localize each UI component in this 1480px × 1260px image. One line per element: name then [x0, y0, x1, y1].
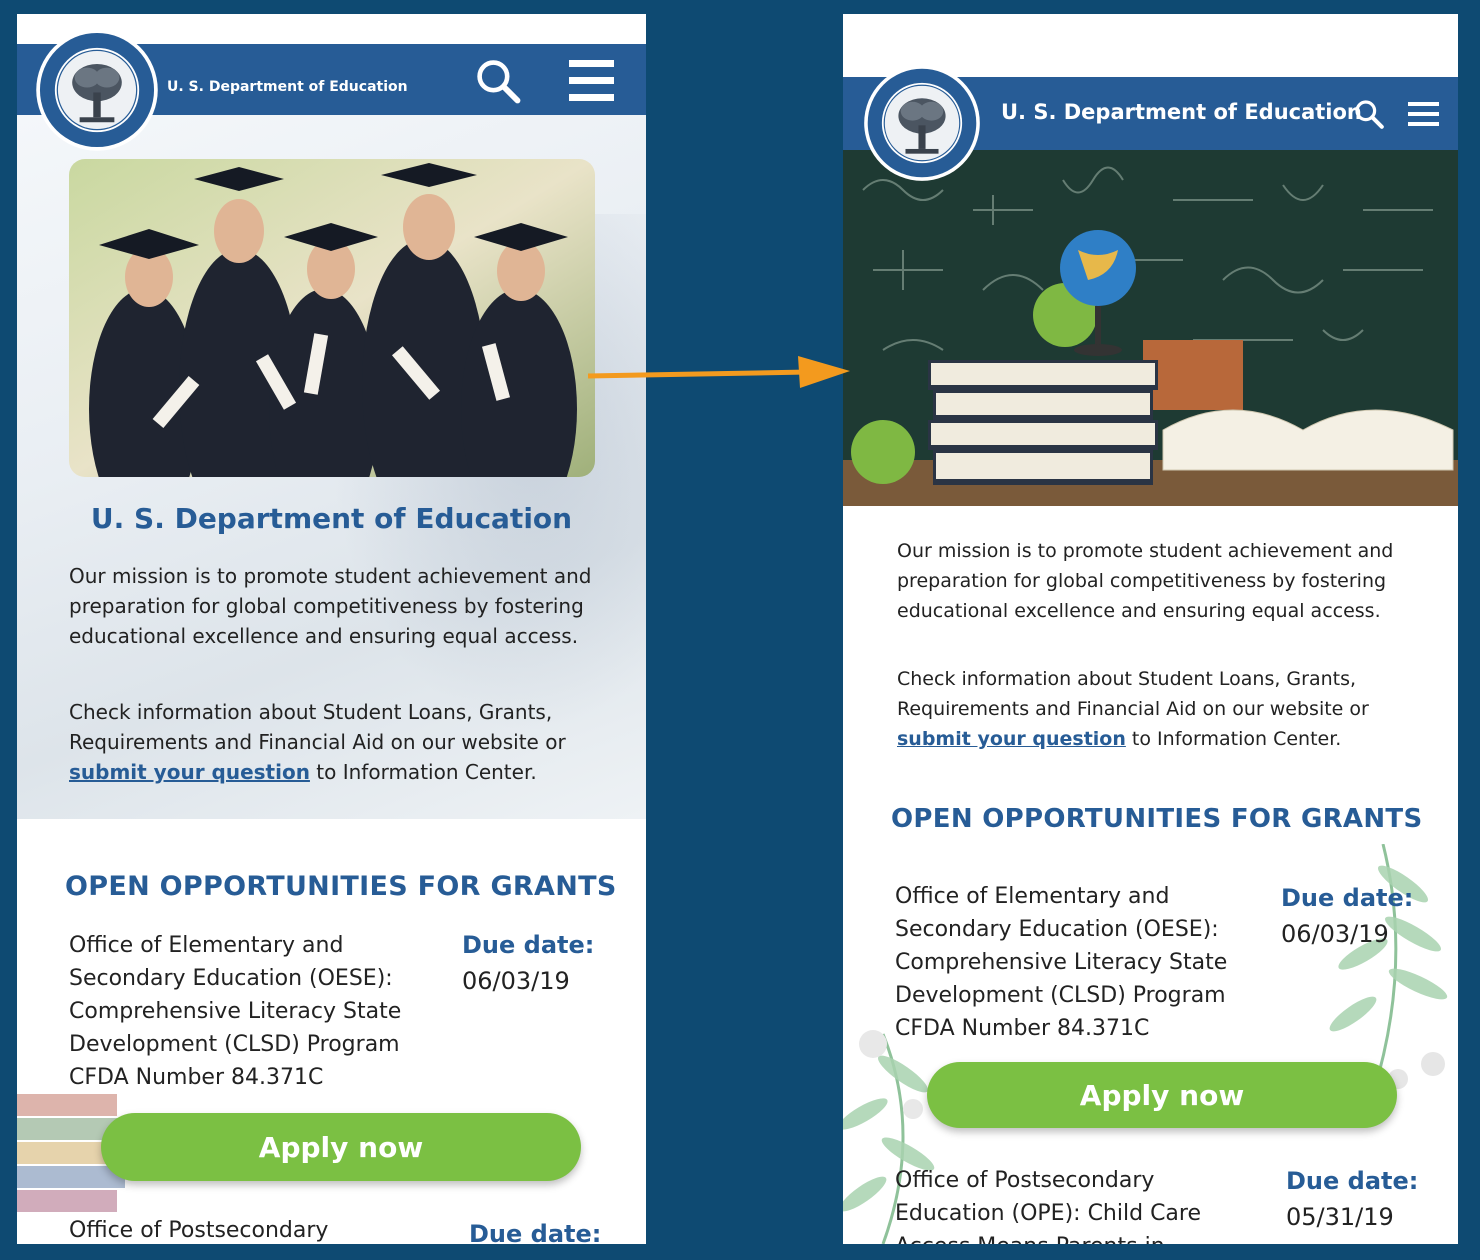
department-seal-logo[interactable] — [863, 64, 981, 182]
info-text-after: to Information Center. — [309, 760, 537, 784]
submit-question-link[interactable]: submit your question — [897, 728, 1126, 750]
submit-question-link[interactable]: submit your question — [69, 760, 310, 784]
due-date-label-2: Due date: — [1286, 1167, 1419, 1195]
grant-description-2: Office of Postsecondary Education (OPE):… — [895, 1168, 1202, 1244]
site-brand-name[interactable]: U. S. Department of Education — [1001, 100, 1362, 124]
info-text-before: Check information about Student Loans, G… — [69, 700, 566, 754]
chalkboard-books-photo — [843, 150, 1458, 506]
apply-now-button[interactable]: Apply now — [927, 1062, 1397, 1128]
info-paragraph: Check information about Student Loans, G… — [69, 697, 599, 787]
grants-section-title: OPEN OPPORTUNITIES FOR GRANTS — [891, 804, 1423, 834]
due-date-value: 06/03/19 — [1281, 920, 1389, 948]
due-date-value-2: 05/31/19 — [1286, 1203, 1394, 1231]
search-icon[interactable] — [1353, 98, 1385, 130]
due-date-label-2: Due date: — [469, 1220, 602, 1244]
grant-description: Office of Elementary and Secondary Educa… — [69, 933, 402, 1090]
hero-title: U. S. Department of Education — [90, 502, 573, 535]
info-text-after: to Information Center. — [1125, 728, 1342, 750]
info-paragraph: Check information about Student Loans, G… — [897, 664, 1417, 754]
mission-text: Our mission is to promote student achiev… — [69, 564, 592, 648]
search-icon[interactable] — [475, 58, 521, 104]
apply-now-button[interactable]: Apply now — [101, 1113, 581, 1181]
graduates-photo — [69, 159, 595, 477]
phone-screen-after: U. S. Department of Education Our missio… — [843, 14, 1458, 1244]
arrow-icon — [588, 356, 850, 388]
site-brand-name[interactable]: U. S. Department of Education — [167, 79, 408, 95]
due-date-label: Due date: — [462, 931, 595, 959]
info-text-before: Check information about Student Loans, G… — [897, 668, 1369, 720]
hamburger-menu-icon[interactable] — [569, 60, 614, 102]
department-seal-logo[interactable] — [35, 28, 159, 152]
due-date-label: Due date: — [1281, 884, 1414, 912]
due-date-value: 06/03/19 — [462, 967, 570, 995]
grant-description-2: Office of Postsecondary — [69, 1218, 329, 1243]
grants-section-title: OPEN OPPORTUNITIES FOR GRANTS — [65, 871, 617, 902]
mission-text: Our mission is to promote student achiev… — [897, 540, 1394, 622]
hamburger-menu-icon[interactable] — [1408, 102, 1439, 126]
phone-screen-before: U. S. Department of Education U. S. Depa… — [17, 14, 646, 1244]
grant-description: Office of Elementary and Secondary Educa… — [895, 884, 1228, 1041]
